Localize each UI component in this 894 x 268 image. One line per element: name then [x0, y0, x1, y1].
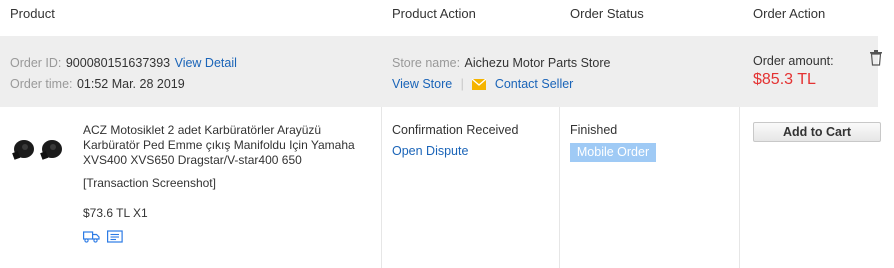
shipping-truck-icon[interactable]: [83, 230, 100, 248]
link-divider: |: [460, 77, 464, 91]
store-name-value: Aichezu Motor Parts Store: [464, 56, 611, 70]
header-product: Product: [10, 6, 55, 21]
view-detail-link[interactable]: View Detail: [175, 56, 237, 70]
product-status-text: Confirmation Received: [392, 123, 519, 137]
product-title[interactable]: ACZ Motosiklet 2 adet Karbüratörler Aray…: [83, 123, 373, 168]
column-divider-1: [381, 107, 382, 268]
header-order-status: Order Status: [570, 6, 644, 21]
receipt-icon[interactable]: [107, 230, 123, 248]
header-product-action: Product Action: [392, 6, 476, 21]
order-amount-label: Order amount:: [753, 54, 834, 68]
add-to-cart-button[interactable]: Add to Cart: [753, 122, 881, 142]
store-name-line: Store name: Aichezu Motor Parts Store: [392, 54, 610, 72]
store-links: View Store | Contact Seller: [392, 75, 573, 95]
order-time-label: Order time:: [10, 77, 73, 91]
transaction-screenshot-link[interactable]: [Transaction Screenshot]: [83, 176, 216, 190]
store-name-label: Store name:: [392, 56, 461, 70]
header-order-action: Order Action: [753, 6, 826, 21]
order-status-text: Finished: [570, 123, 618, 137]
view-store-link[interactable]: View Store: [392, 77, 452, 91]
contact-seller-link[interactable]: Contact Seller: [495, 77, 574, 91]
order-time-value: 01:52 Mar. 28 2019: [76, 77, 185, 91]
order-id-line: Order ID: 900080151637393 View Detail: [10, 54, 237, 72]
trash-icon[interactable]: [870, 50, 882, 66]
product-title-line-3: XVS400 XVS650 Dragstar/V-star400 650: [83, 153, 302, 167]
column-divider-2: [559, 107, 560, 268]
order-id-label: Order ID:: [10, 56, 62, 70]
order-id-value: 900080151637393: [65, 56, 171, 70]
mail-icon: [471, 77, 487, 95]
product-title-line-1: ACZ Motosiklet 2 adet Karbüratörler Aray…: [83, 123, 322, 137]
column-divider-3: [739, 107, 740, 268]
open-dispute-link[interactable]: Open Dispute: [392, 144, 468, 158]
order-amount-value: $85.3 TL: [753, 71, 816, 88]
mobile-order-badge: Mobile Order: [570, 143, 656, 162]
product-title-line-2: Karbüratör Ped Emme çıkış Manifoldu Için…: [83, 138, 355, 152]
product-thumbnail[interactable]: [10, 130, 68, 174]
order-time-line: Order time: 01:52 Mar. 28 2019: [10, 75, 185, 93]
item-price-quantity: $73.6 TL X1: [83, 206, 148, 220]
